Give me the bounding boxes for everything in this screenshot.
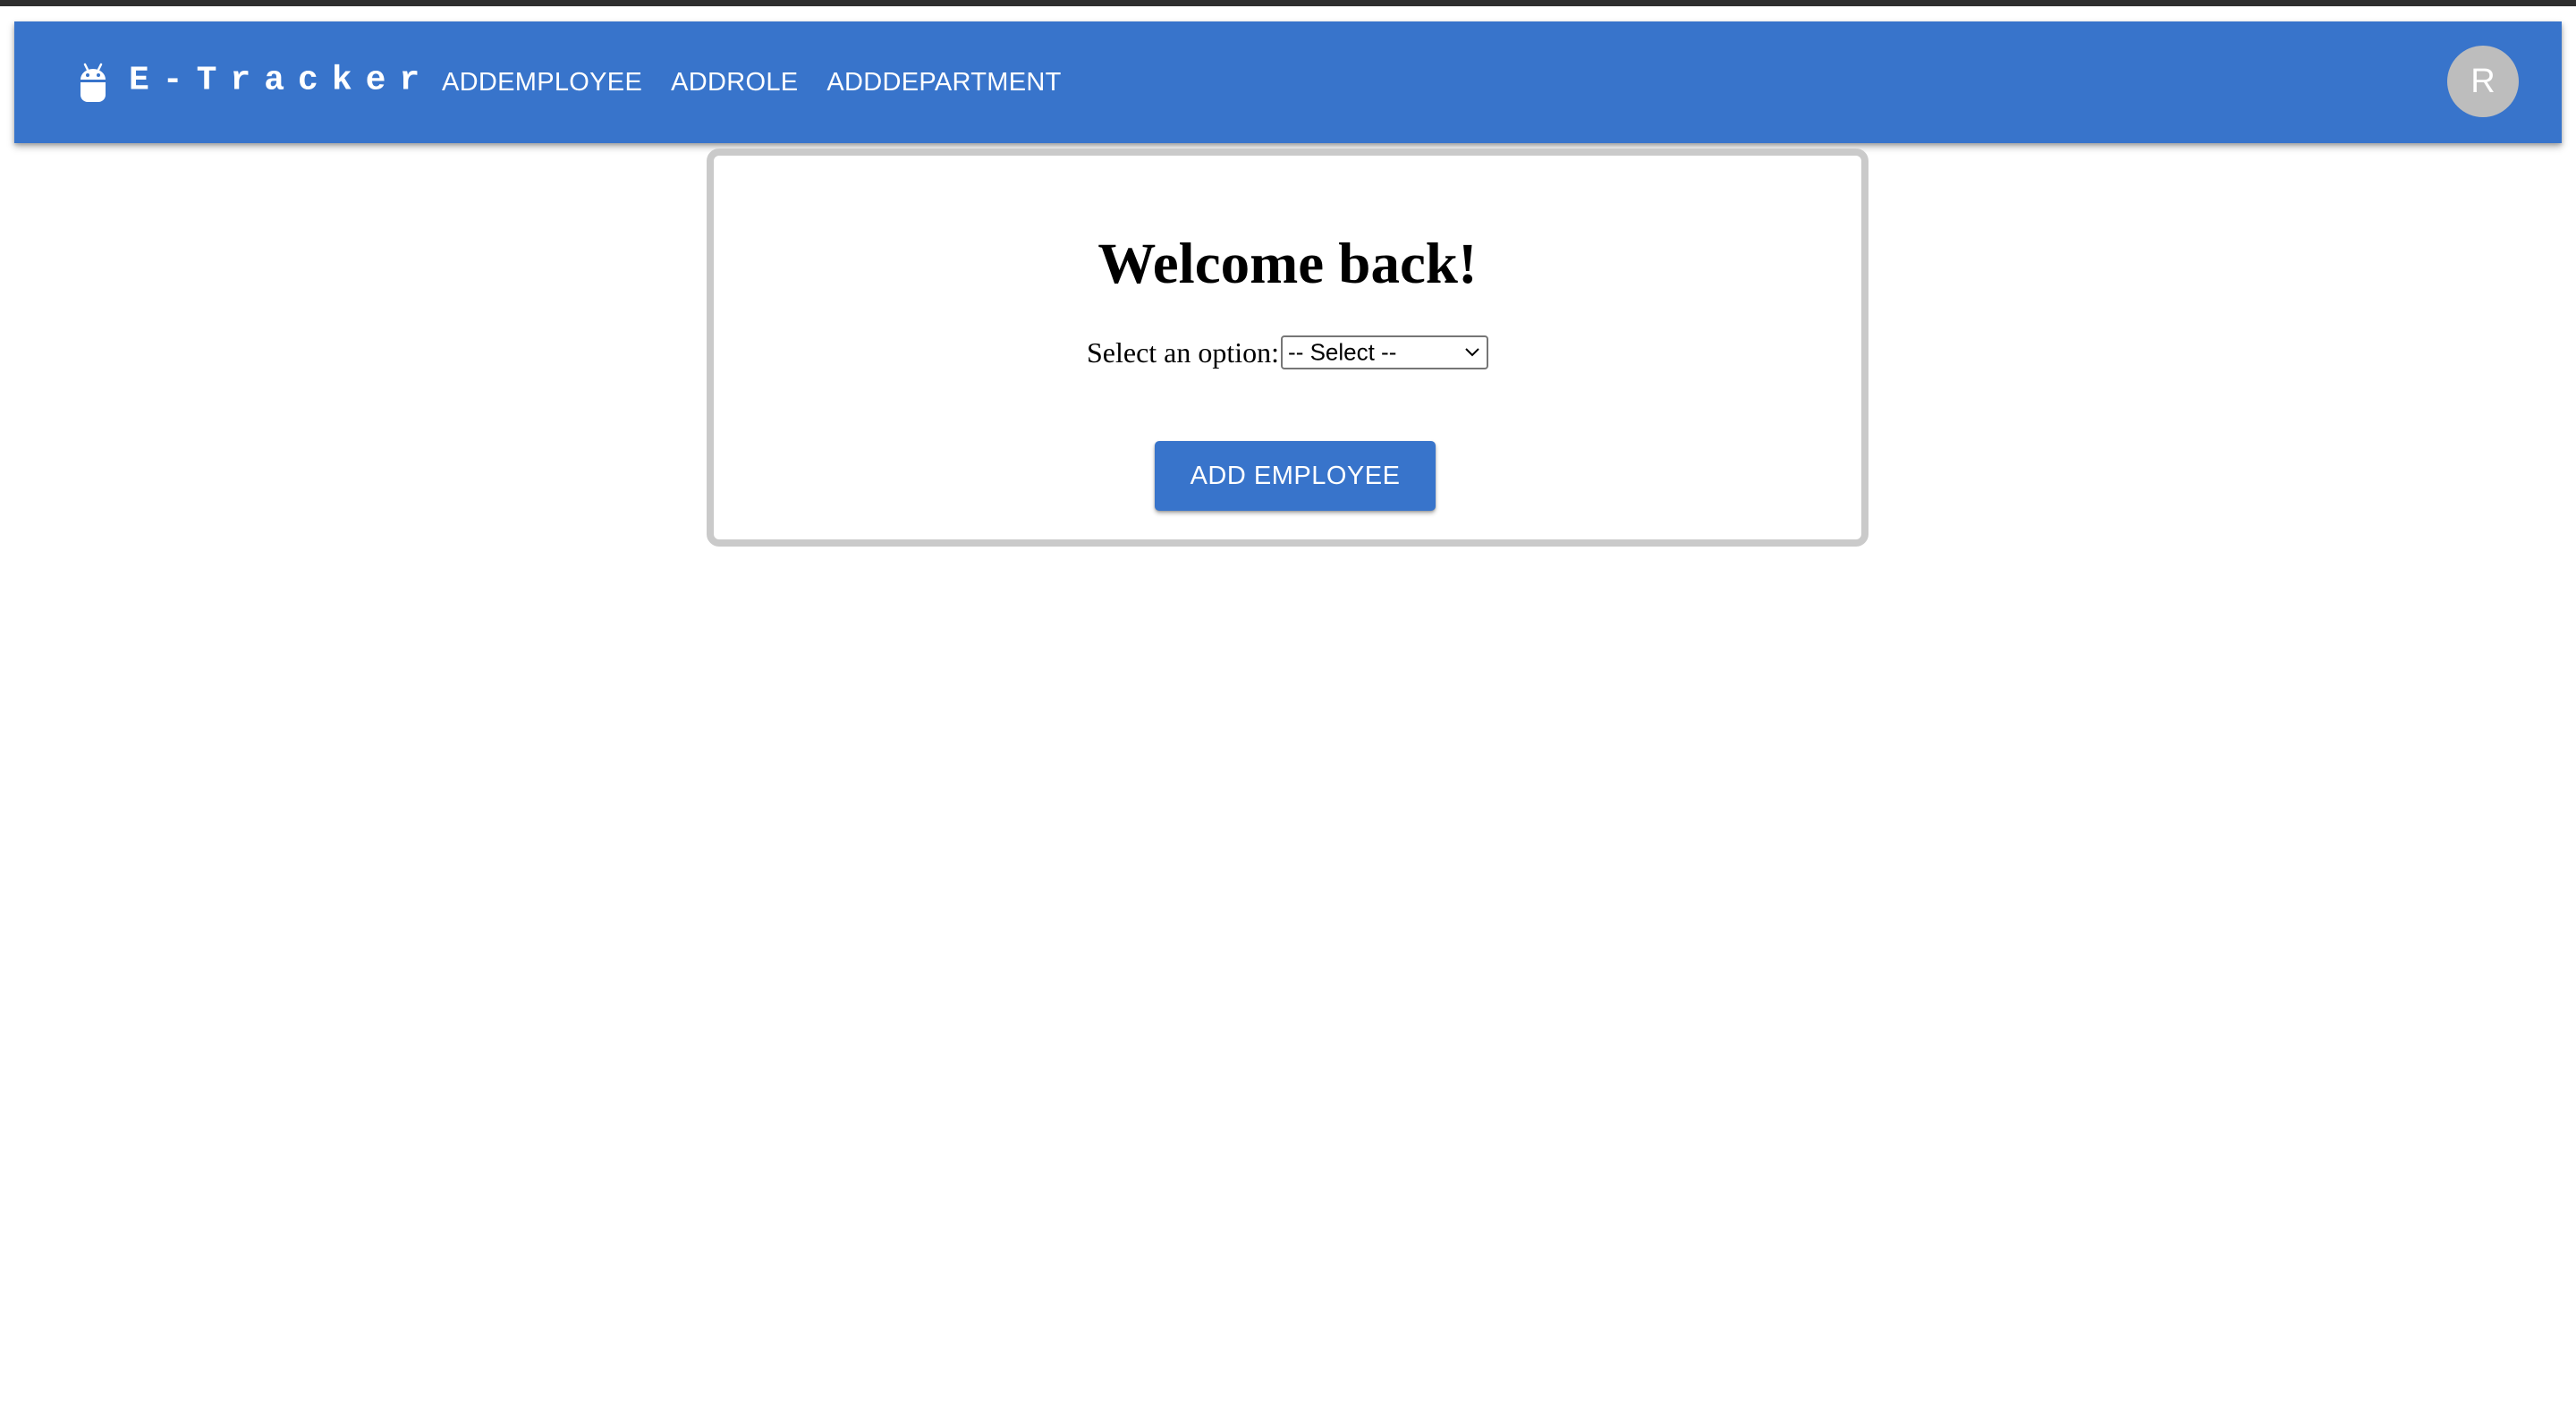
user-avatar[interactable]: R [2447, 46, 2519, 117]
app-bar: E-Tracker ADDEMPLOYEE ADDROLE ADDDEPARTM… [14, 21, 2562, 143]
select-label: Select an option: [1086, 335, 1280, 369]
browser-top-strip [0, 0, 2576, 6]
option-select[interactable]: -- Select -- [1281, 335, 1489, 369]
add-employee-button[interactable]: ADD EMPLOYEE [1155, 441, 1436, 511]
select-value: -- Select -- [1288, 338, 1397, 366]
app-brand-title[interactable]: E-Tracker [129, 62, 433, 100]
nav-add-department[interactable]: ADDDEPARTMENT [812, 59, 1075, 106]
option-select-row: Select an option: -- Select -- [714, 335, 1861, 369]
welcome-card: Welcome back! Select an option: -- Selec… [707, 148, 1868, 547]
nav-add-employee[interactable]: ADDEMPLOYEE [428, 59, 657, 106]
main-nav: ADDEMPLOYEE ADDROLE ADDDEPARTMENT [428, 21, 1076, 143]
welcome-heading: Welcome back! [1097, 232, 1478, 296]
android-robot-icon [77, 63, 109, 104]
chevron-down-icon [1463, 344, 1481, 360]
nav-add-role[interactable]: ADDROLE [657, 59, 812, 106]
